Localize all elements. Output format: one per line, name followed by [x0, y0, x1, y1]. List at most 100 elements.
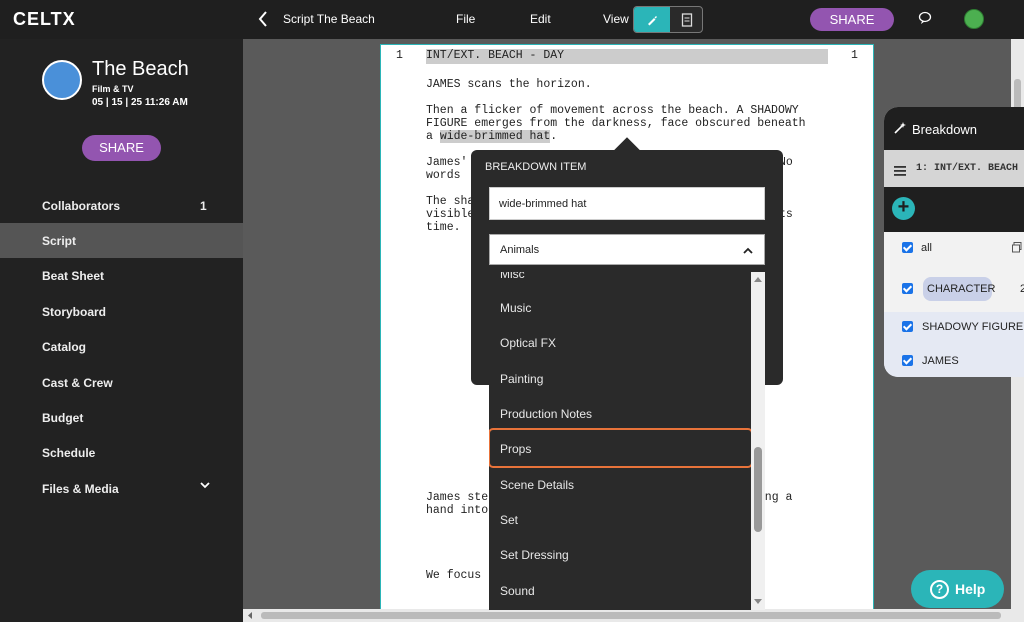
action-text: .: [550, 130, 558, 143]
horizontal-scrollbar[interactable]: [243, 609, 1024, 622]
page-mode-button[interactable]: [670, 7, 702, 32]
view-toggle: [633, 6, 703, 33]
category-option[interactable]: Optical FX: [500, 336, 556, 350]
category-label: CHARACTER: [927, 283, 996, 295]
category-option[interactable]: Painting: [500, 372, 543, 386]
pen-icon: [648, 16, 657, 26]
sidebar-item-label: Files & Media: [42, 482, 119, 496]
sidebar-item-label: Script: [42, 234, 77, 248]
tagged-element-highlight[interactable]: wide-brimmed hat: [439, 130, 551, 143]
item-checkbox[interactable]: [902, 355, 913, 366]
category-option[interactable]: Music: [500, 301, 531, 315]
category-checkbox[interactable]: [902, 283, 913, 294]
category-option[interactable]: Scene Details: [500, 478, 574, 492]
sidebar-item-files-media[interactable]: Files & Media: [0, 471, 243, 506]
breakdown-item-label[interactable]: JAMES: [922, 355, 959, 367]
category-option[interactable]: Sound: [500, 584, 535, 598]
category-option[interactable]: Production Notes: [500, 407, 592, 421]
scene-selector[interactable]: 1: INT/EXT. BEACH -: [884, 150, 1024, 187]
action-line[interactable]: time.: [426, 221, 461, 234]
scene-label: 1: INT/EXT. BEACH -: [916, 163, 1024, 174]
sidebar: The Beach Film & TV 05 | 15 | 25 11:26 A…: [0, 39, 243, 622]
breakdown-header: Breakdown: [884, 107, 1024, 150]
scroll-up-icon[interactable]: [754, 276, 762, 282]
scrollbar-thumb[interactable]: [754, 447, 762, 532]
sidebar-item-budget[interactable]: Budget: [0, 400, 243, 435]
chevron-up-icon[interactable]: [742, 244, 754, 256]
breakdown-toolbar: +: [884, 187, 1024, 232]
script-title: Script The Beach: [283, 12, 375, 26]
sidebar-item-storyboard[interactable]: Storyboard: [0, 294, 243, 329]
project-type: Film & TV: [92, 84, 134, 94]
sidebar-item-label: Budget: [42, 411, 84, 425]
action-line[interactable]: The sha: [426, 195, 474, 208]
category-option-props[interactable]: Props: [500, 442, 531, 456]
action-line[interactable]: a wide-brimmed hat.: [426, 130, 557, 143]
project-title: The Beach: [92, 58, 189, 80]
user-status-avatar[interactable]: [964, 9, 984, 29]
breakdown-item-input[interactable]: [489, 187, 765, 220]
scroll-left-icon[interactable]: [247, 612, 254, 619]
action-line[interactable]: JAMES scans the horizon.: [426, 78, 592, 91]
action-line[interactable]: James ste: [426, 491, 488, 504]
breakdown-item-label[interactable]: SHADOWY FIGURE: [922, 321, 1023, 333]
collaborators-count: 1: [200, 199, 207, 213]
action-line[interactable]: FIGURE emerges from the darkness, face o…: [426, 117, 806, 130]
sidebar-item-label: Cast & Crew: [42, 376, 113, 390]
action-line[interactable]: James': [426, 156, 467, 169]
menu-edit[interactable]: Edit: [530, 12, 551, 26]
help-button[interactable]: ? Help: [911, 570, 1004, 608]
sidebar-item-collaborators[interactable]: Collaborators 1: [0, 188, 243, 223]
sidebar-share-button[interactable]: SHARE: [82, 135, 161, 161]
copy-icon[interactable]: [1012, 242, 1024, 253]
help-label: Help: [955, 581, 986, 597]
action-line[interactable]: hand into: [426, 504, 488, 517]
breakdown-title: Breakdown: [912, 122, 978, 137]
action-line[interactable]: We focus: [426, 569, 481, 582]
dropdown-scrollbar[interactable]: [751, 272, 765, 610]
action-line[interactable]: Then a flicker of movement across the be…: [426, 104, 799, 117]
comment-icon[interactable]: [918, 11, 932, 25]
action-line[interactable]: visible: [426, 208, 474, 221]
sidebar-item-label: Storyboard: [42, 305, 107, 319]
chevron-down-icon[interactable]: [198, 478, 212, 492]
category-option[interactable]: Set: [500, 513, 518, 527]
menu-view[interactable]: View: [603, 12, 629, 26]
menu-file[interactable]: File: [456, 12, 475, 26]
category-count: 2: [1020, 283, 1024, 295]
filter-all-checkbox[interactable]: [902, 242, 913, 253]
scene-number-left: 1: [396, 49, 403, 62]
scrollbar-thumb[interactable]: [261, 612, 1001, 619]
menu-icon: [894, 163, 906, 176]
category-select[interactable]: Animals: [489, 234, 765, 265]
filter-all-label: all: [921, 242, 933, 254]
pen-mode-button[interactable]: [634, 7, 670, 32]
sidebar-item-schedule[interactable]: Schedule: [0, 435, 243, 470]
scroll-down-icon[interactable]: [754, 599, 762, 605]
category-dropdown-list[interactable]: Misc Music Optical FX Painting Productio…: [489, 272, 765, 610]
sidebar-item-label: Beat Sheet: [42, 269, 105, 283]
category-selected-value: Animals: [500, 244, 540, 256]
item-checkbox[interactable]: [902, 321, 913, 332]
popup-title: BREAKDOWN ITEM: [485, 161, 587, 173]
project-avatar: [42, 60, 82, 100]
sidebar-item-script[interactable]: Script: [0, 223, 243, 258]
sidebar-item-beat-sheet[interactable]: Beat Sheet: [0, 258, 243, 293]
back-chevron-icon[interactable]: [256, 9, 270, 29]
sidebar-item-label: Catalog: [42, 340, 87, 354]
scene-heading[interactable]: INT/EXT. BEACH - DAY: [426, 49, 564, 62]
category-option[interactable]: Misc: [500, 272, 525, 281]
scene-number-right: 1: [851, 49, 858, 62]
project-date: 05 | 15 | 25 11:26 AM: [92, 97, 188, 108]
add-element-button[interactable]: +: [892, 197, 915, 220]
action-line[interactable]: words: [426, 169, 461, 182]
sidebar-item-label: Schedule: [42, 446, 96, 460]
sidebar-item-catalog[interactable]: Catalog: [0, 329, 243, 364]
breakdown-panel: Breakdown 1: INT/EXT. BEACH - + all CHAR…: [884, 107, 1024, 377]
share-button[interactable]: SHARE: [810, 8, 894, 31]
sidebar-item-cast-crew[interactable]: Cast & Crew: [0, 365, 243, 400]
top-bar: CELTX Script The Beach File Edit View SH…: [0, 0, 1024, 39]
category-option[interactable]: Set Dressing: [500, 548, 569, 562]
action-text: a: [426, 130, 440, 143]
celtx-logo[interactable]: CELTX: [13, 9, 76, 30]
